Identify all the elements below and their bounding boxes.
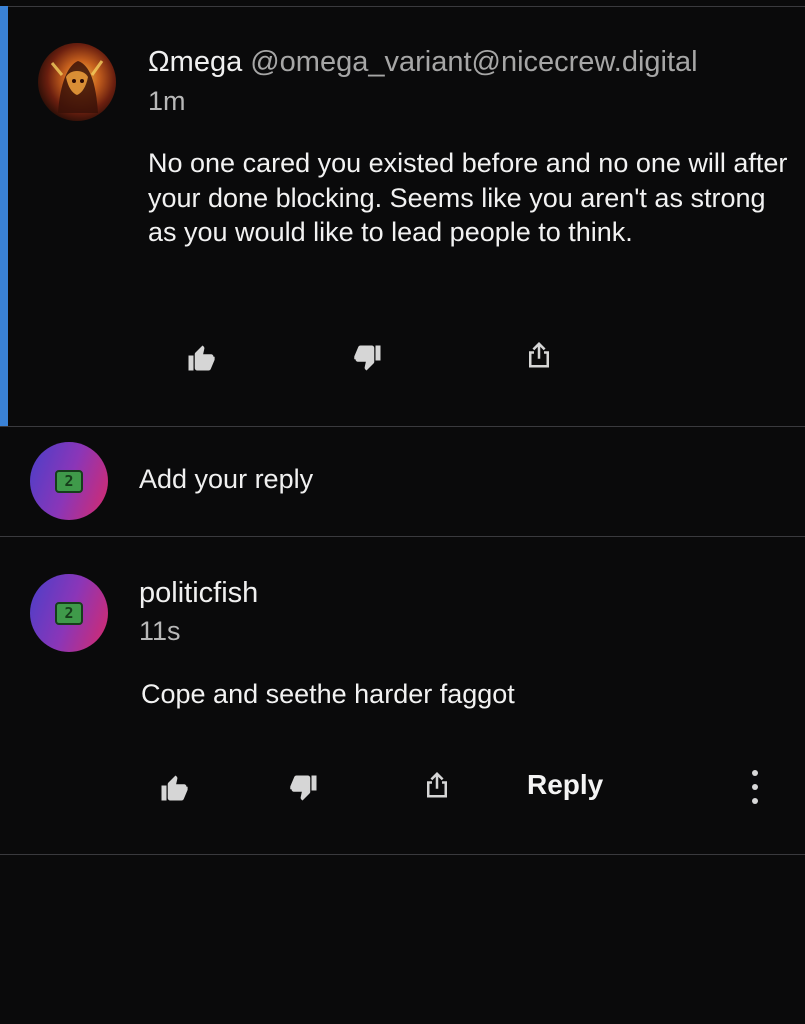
share-icon [427,771,447,798]
reply-button[interactable]: Reply [527,769,603,801]
avatar[interactable] [38,43,116,121]
reply-author[interactable]: politicfish [139,577,258,610]
user-avatar-logo-icon: 2 [55,469,83,493]
display-name[interactable]: Ωmega [148,46,242,78]
dot [752,784,758,790]
thumbs-down-icon [354,345,381,371]
reply-body: Cope and seethe harder faggot [141,679,515,709]
dot [752,770,758,776]
dislike-button[interactable] [287,771,321,805]
share-icon [529,341,549,368]
avatar[interactable]: 2 [30,574,108,652]
reply-input[interactable]: Add your reply [139,464,313,495]
post-body: No one cared you existed before and no o… [148,148,788,247]
share-button[interactable] [522,338,556,372]
divider [0,426,805,427]
divider [0,536,805,537]
omega-avatar-icon [50,60,104,113]
more-vertical-icon[interactable] [745,770,765,804]
post-author[interactable]: Ωmega @omega_variant@nicecrew.digital [148,46,698,79]
post-timestamp: 1m [148,86,186,116]
like-button[interactable] [157,771,191,805]
comment-thread: Ωmega @omega_variant@nicecrew.digital 1m … [0,0,805,1024]
thumbs-up-icon [161,775,188,801]
share-button[interactable] [420,768,454,802]
user-handle[interactable]: @omega_variant@nicecrew.digital [250,46,697,78]
dislike-button[interactable] [351,341,385,375]
reply-timestamp: 11s [139,616,181,646]
like-button[interactable] [184,341,218,375]
thumbs-down-icon [290,775,317,801]
divider [0,854,805,855]
top-divider [0,6,805,7]
current-user-avatar[interactable]: 2 [30,442,108,520]
highlight-accent-bar [0,6,8,426]
thumbs-up-icon [188,345,215,371]
dot [752,798,758,804]
user-avatar-logo-icon: 2 [55,601,83,625]
